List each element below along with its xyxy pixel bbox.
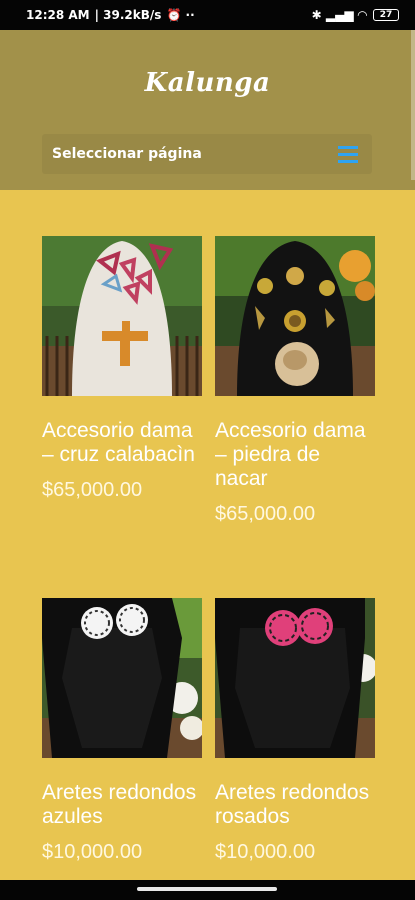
site-logo[interactable]: Kalunga — [0, 68, 415, 98]
product-price: $10,000.00 — [42, 841, 143, 863]
product-price: $65,000.00 — [215, 503, 316, 525]
hamburger-menu-icon — [338, 145, 358, 163]
page-select-menu[interactable]: Seleccionar página — [42, 134, 372, 174]
alarm-icon: ⏰ ·· — [166, 8, 195, 22]
battery-icon: 27 — [373, 9, 399, 21]
product-title[interactable]: Accesorio dama – piedra de nacar — [215, 419, 375, 491]
page-select-label: Seleccionar página — [52, 146, 202, 162]
site-header: Kalunga Seleccionar página — [0, 30, 415, 190]
scrollbar[interactable] — [411, 30, 415, 180]
product-title[interactable]: Aretes redondos rosados — [215, 781, 375, 829]
home-gesture-bar[interactable] — [137, 887, 277, 891]
earrings-blue-image[interactable] — [42, 598, 202, 758]
navigation-bar — [0, 880, 415, 900]
product-title[interactable]: Accesorio dama – cruz calabacìn — [42, 419, 202, 467]
status-left: 12:28 AM | 39.2kB/s ⏰ ·· — [26, 8, 195, 22]
product-price: $65,000.00 — [42, 479, 143, 501]
product-title[interactable]: Aretes redondos azules — [42, 781, 202, 829]
product-card[interactable]: Accesorio dama – piedra de nacar $65,000… — [215, 236, 375, 526]
status-speed: | 39.2kB/s — [94, 8, 162, 22]
product-grid: Accesorio dama – cruz calabacìn $65,000.… — [0, 190, 415, 880]
earrings-pink-image[interactable] — [215, 598, 375, 758]
product-card[interactable]: Aretes redondos rosados $10,000.00 — [215, 598, 375, 864]
product-price: $10,000.00 — [215, 841, 316, 863]
necklace-cross-image[interactable] — [42, 236, 202, 396]
necklace-shell-image[interactable] — [215, 236, 375, 396]
status-right: ✱ ▂▄▆ ◠ 27 — [312, 8, 399, 22]
signal-wifi-icon: ✱ ▂▄▆ ◠ — [311, 8, 367, 22]
status-time: 12:28 AM — [26, 8, 90, 22]
product-card[interactable]: Aretes redondos azules $10,000.00 — [42, 598, 202, 864]
status-bar: 12:28 AM | 39.2kB/s ⏰ ·· ✱ ▂▄▆ ◠ 27 — [0, 0, 415, 30]
product-card[interactable]: Accesorio dama – cruz calabacìn $65,000.… — [42, 236, 202, 502]
